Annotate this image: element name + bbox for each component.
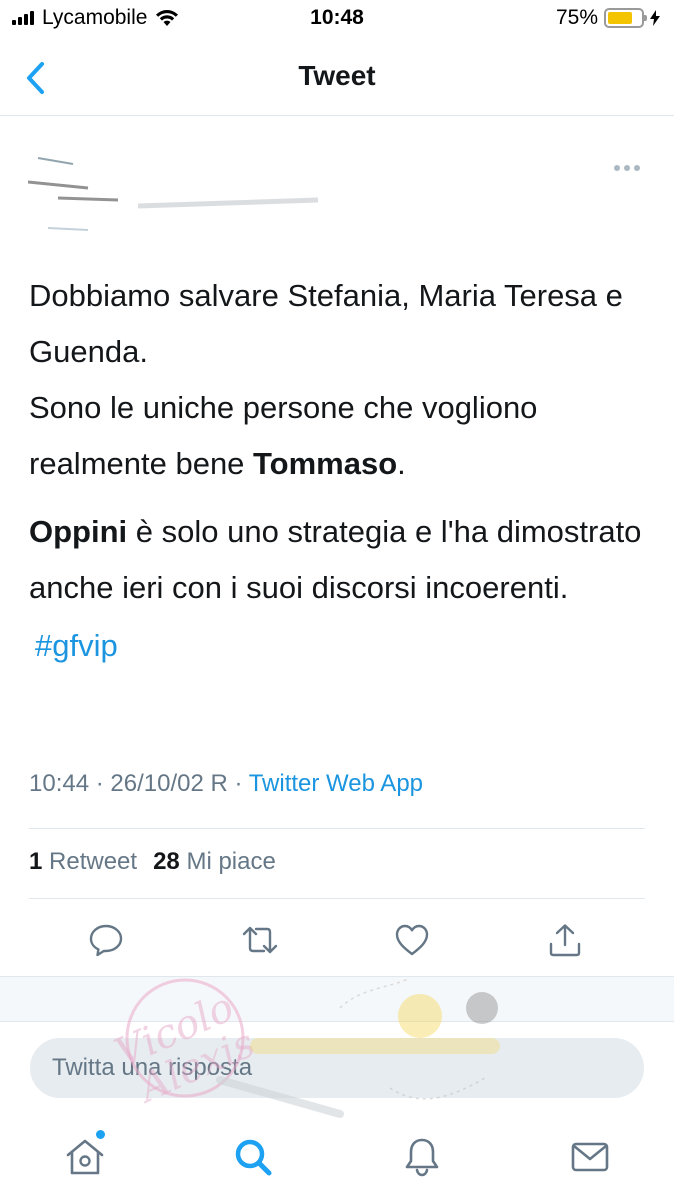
- reply-icon[interactable]: [86, 920, 126, 960]
- divider: [29, 828, 645, 829]
- tweet-paragraph-2: Oppini è solo uno strategia e l'ha dimos…: [29, 504, 649, 674]
- retweet-label: Retweet: [49, 848, 138, 875]
- source-app-link[interactable]: Twitter Web App: [249, 770, 423, 797]
- hashtag-link[interactable]: #gfvip: [35, 618, 649, 674]
- tweet-timestamp: 10:44 · 26/10/02 R ·: [29, 770, 249, 797]
- like-icon[interactable]: [392, 920, 432, 960]
- battery-icon: [604, 8, 647, 28]
- reply-input[interactable]: [30, 1038, 644, 1098]
- reply-composer[interactable]: [30, 1038, 644, 1098]
- new-content-dot: [96, 1130, 105, 1139]
- tweet-meta: 10:44 · 26/10/02 R · Twitter Web App: [29, 770, 423, 798]
- tweet-text: Dobbiamo salvare Stefania, Maria Teresa …: [29, 268, 649, 674]
- mention-oppini: Oppini: [29, 514, 128, 549]
- tweet-paragraph-1: Dobbiamo salvare Stefania, Maria Teresa …: [29, 268, 649, 492]
- divider: [29, 898, 645, 899]
- search-icon[interactable]: [230, 1134, 276, 1180]
- retweets-stat[interactable]: 1 Retweet: [29, 848, 137, 876]
- likes-label: Mi piace: [186, 848, 276, 875]
- retweet-icon[interactable]: [240, 920, 280, 960]
- status-bar: Lycamobile 10:48 75%: [0, 0, 674, 40]
- charging-bolt-icon: [650, 10, 660, 26]
- tweet-line: Dobbiamo salvare Stefania, Maria Teresa …: [29, 278, 623, 369]
- likes-stat[interactable]: 28 Mi piace: [153, 848, 276, 876]
- battery-fill: [608, 12, 632, 24]
- notifications-icon[interactable]: [399, 1134, 445, 1180]
- home-icon[interactable]: [62, 1130, 108, 1180]
- tweet-punctuation: .: [397, 446, 406, 481]
- separator-band: [0, 976, 674, 1022]
- navigation-header: Tweet: [0, 40, 674, 116]
- tweet-stats: 1 Retweet 28 Mi piace: [29, 848, 276, 876]
- likes-count: 28: [153, 848, 180, 875]
- tab-bar: [0, 1112, 674, 1200]
- messages-icon[interactable]: [567, 1134, 613, 1180]
- redacted-user-info: [28, 157, 319, 231]
- mention-tommaso: Tommaso: [253, 446, 398, 481]
- page-title: Tweet: [298, 60, 376, 91]
- status-right: 75%: [556, 6, 660, 30]
- tweet-actions: [0, 916, 674, 966]
- share-icon[interactable]: [545, 920, 585, 960]
- battery-percent: 75%: [555, 6, 598, 29]
- retweet-count: 1: [29, 848, 43, 875]
- more-options-icon[interactable]: [614, 158, 644, 178]
